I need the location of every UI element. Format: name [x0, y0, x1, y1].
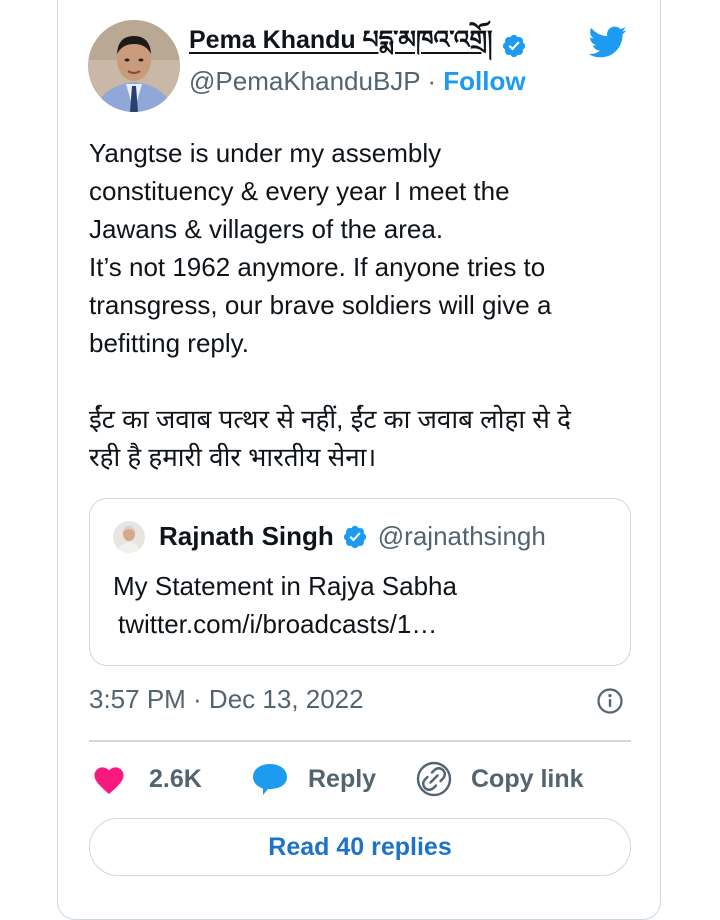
handle-separator: · [420, 66, 444, 96]
heart-icon [94, 767, 124, 795]
action-bar: 2.6K Reply Copy link [89, 756, 631, 802]
follow-button[interactable]: Follow [443, 66, 525, 96]
copy-link-label: Copy link [471, 764, 584, 793]
reply-button[interactable]: Reply [250, 756, 376, 802]
quoted-link[interactable]: twitter.com/i/broadcasts/1… [113, 605, 457, 643]
quoted-statement: My Statement in Rajya Sabha [113, 571, 457, 601]
tweet-line: transgress, our brave soldiers will give… [89, 290, 552, 320]
info-icon[interactable] [596, 687, 624, 715]
read-replies-button[interactable]: Read 40 replies [89, 818, 631, 876]
link-icon [416, 761, 452, 797]
reply-bubble-icon [253, 764, 287, 795]
quoted-author-handle: @rajnathsingh [377, 521, 546, 551]
author-handle-row: @PemaKhanduBJP · Follow [189, 66, 526, 97]
reply-label: Reply [308, 764, 377, 793]
tweet-text: Yangtse is under my assembly constituenc… [89, 134, 629, 476]
tweet-line: befitting reply. [89, 328, 249, 358]
copy-link-button[interactable]: Copy link [415, 756, 584, 802]
author-name-row: Pema Khandu པདྨ་མཁའ་འགྲོ། [189, 26, 527, 64]
tweet-line-hindi: ईंट का जवाब पत्थर से नहीं, ईंट का जवाब ल… [89, 404, 571, 434]
twitter-bird-icon[interactable] [584, 22, 630, 62]
quoted-tweet[interactable]: Rajnath Singh @rajnathsingh My Statement… [89, 498, 631, 666]
tweet-line: Jawans & villagers of the area. [89, 214, 444, 244]
tweet-line: constituency & every year I meet the [89, 176, 510, 206]
tweet-timestamp[interactable]: 3:57 PM · Dec 13, 2022 [89, 684, 364, 715]
quoted-author-avatar [113, 521, 145, 553]
quoted-header: Rajnath Singh @rajnathsingh [159, 521, 546, 552]
divider [89, 740, 631, 742]
tweet-line-hindi: रही है हमारी वीर भारतीय सेना। [89, 442, 377, 472]
like-count: 2.6K [149, 764, 202, 793]
tweet-line: Yangtse is under my assembly [89, 138, 442, 168]
quoted-text: My Statement in Rajya Sabha twitter.com/… [113, 567, 457, 643]
like-button[interactable]: 2.6K [91, 756, 202, 802]
verified-badge-icon [343, 525, 366, 548]
quoted-author-name: Rajnath Singh [159, 521, 334, 551]
tweet-line: It’s not 1962 anymore. If anyone tries t… [89, 252, 546, 282]
author-avatar[interactable] [88, 20, 180, 112]
author-handle[interactable]: @PemaKhanduBJP [189, 66, 420, 96]
verified-badge-icon [502, 34, 525, 58]
